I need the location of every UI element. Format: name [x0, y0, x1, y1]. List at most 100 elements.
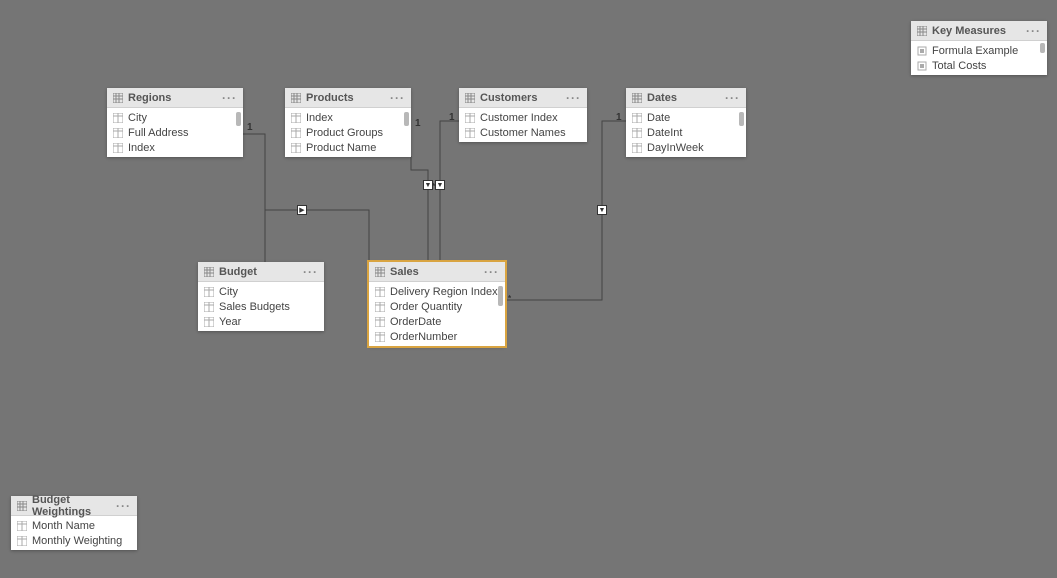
- field-row[interactable]: Customer Names: [459, 125, 587, 140]
- field-name: Monthly Weighting: [32, 535, 122, 547]
- table-regions[interactable]: Regions ··· City Full Address Index: [107, 88, 243, 157]
- field-row[interactable]: Index: [285, 110, 411, 125]
- table-sales[interactable]: Sales ··· Delivery Region Index Order Qu…: [369, 262, 505, 346]
- field-name: Customer Names: [480, 127, 566, 139]
- field-row[interactable]: DateInt: [626, 125, 746, 140]
- field-name: Product Groups: [306, 127, 383, 139]
- table-header-products[interactable]: Products ···: [285, 88, 411, 108]
- scrollbar[interactable]: [404, 112, 409, 126]
- field-row[interactable]: OrderDate: [369, 314, 505, 329]
- field-name: OrderDate: [390, 316, 441, 328]
- scrollbar[interactable]: [498, 286, 503, 306]
- table-dates[interactable]: Dates ··· Date DateInt DayInWeek: [626, 88, 746, 157]
- more-icon[interactable]: ···: [566, 91, 581, 105]
- column-icon: [375, 332, 385, 342]
- more-icon[interactable]: ···: [1026, 24, 1041, 38]
- table-icon: [17, 501, 27, 511]
- more-icon[interactable]: ···: [725, 91, 740, 105]
- column-icon: [375, 302, 385, 312]
- field-row[interactable]: City: [107, 110, 243, 125]
- field-row[interactable]: Month Name: [11, 518, 137, 533]
- column-icon: [375, 287, 385, 297]
- scrollbar[interactable]: [739, 112, 744, 126]
- table-title: Key Measures: [932, 25, 1026, 37]
- column-icon: [291, 143, 301, 153]
- table-header-customers[interactable]: Customers ···: [459, 88, 587, 108]
- table-budget[interactable]: Budget ··· City Sales Budgets Year: [198, 262, 324, 331]
- field-row[interactable]: Total Costs: [911, 58, 1047, 73]
- more-icon[interactable]: ···: [222, 91, 237, 105]
- field-name: Delivery Region Index: [390, 286, 498, 298]
- table-title: Budget: [219, 266, 303, 278]
- cardinality-one-dates: 1: [616, 112, 622, 123]
- cardinality-one-regions: 1: [247, 122, 253, 133]
- field-row[interactable]: Full Address: [107, 125, 243, 140]
- more-icon[interactable]: ···: [303, 265, 318, 279]
- column-icon: [204, 287, 214, 297]
- cardinality-many-indicator-2: *: [508, 294, 511, 303]
- field-row[interactable]: Customer Index: [459, 110, 587, 125]
- column-icon: [632, 113, 642, 123]
- table-title: Budget Weightings: [32, 494, 116, 518]
- field-row[interactable]: Delivery Region Index: [369, 284, 505, 299]
- table-icon: [632, 93, 642, 103]
- table-customers[interactable]: Customers ··· Customer Index Customer Na…: [459, 88, 587, 142]
- field-row[interactable]: Sales Budgets: [198, 299, 324, 314]
- table-products[interactable]: Products ··· Index Product Groups Produc…: [285, 88, 411, 157]
- table-header-budget-weightings[interactable]: Budget Weightings ···: [11, 496, 137, 516]
- column-icon: [291, 113, 301, 123]
- field-row[interactable]: City: [198, 284, 324, 299]
- column-icon: [632, 143, 642, 153]
- field-name: Sales Budgets: [219, 301, 290, 313]
- field-name: Formula Example: [932, 45, 1018, 57]
- column-icon: [632, 128, 642, 138]
- field-name: Customer Index: [480, 112, 558, 124]
- table-icon: [917, 26, 927, 36]
- more-icon[interactable]: ···: [116, 499, 131, 513]
- table-header-dates[interactable]: Dates ···: [626, 88, 746, 108]
- field-name: DateInt: [647, 127, 682, 139]
- field-name: Year: [219, 316, 241, 328]
- field-row[interactable]: Formula Example: [911, 43, 1047, 58]
- table-icon: [204, 267, 214, 277]
- filter-arrow-products-sales: ▼: [423, 180, 433, 190]
- column-icon: [291, 128, 301, 138]
- more-icon[interactable]: ···: [484, 265, 499, 279]
- table-title: Regions: [128, 92, 222, 104]
- table-header-regions[interactable]: Regions ···: [107, 88, 243, 108]
- column-icon: [113, 143, 123, 153]
- column-icon: [204, 317, 214, 327]
- column-icon: [17, 521, 27, 531]
- filter-arrow-dates-sales: ▼: [597, 205, 607, 215]
- relationship-lines: [0, 0, 1057, 578]
- table-key-measures[interactable]: Key Measures ··· Formula Example Total C…: [911, 21, 1047, 75]
- column-icon: [113, 128, 123, 138]
- scrollbar[interactable]: [1040, 43, 1045, 53]
- field-name: Index: [128, 142, 155, 154]
- field-row[interactable]: Monthly Weighting: [11, 533, 137, 548]
- table-header-budget[interactable]: Budget ···: [198, 262, 324, 282]
- field-name: DayInWeek: [647, 142, 704, 154]
- field-row[interactable]: Product Groups: [285, 125, 411, 140]
- table-title: Products: [306, 92, 390, 104]
- field-row[interactable]: Index: [107, 140, 243, 155]
- column-icon: [375, 317, 385, 327]
- field-name: Full Address: [128, 127, 189, 139]
- table-title: Dates: [647, 92, 725, 104]
- field-name: Total Costs: [932, 60, 986, 72]
- table-header-sales[interactable]: Sales ···: [369, 262, 505, 282]
- field-row[interactable]: OrderNumber: [369, 329, 505, 344]
- more-icon[interactable]: ···: [390, 91, 405, 105]
- table-budget-weightings[interactable]: Budget Weightings ··· Month Name Monthly…: [11, 496, 137, 550]
- field-row[interactable]: Product Name: [285, 140, 411, 155]
- cardinality-one-products: 1: [415, 118, 421, 129]
- table-icon: [375, 267, 385, 277]
- field-row[interactable]: DayInWeek: [626, 140, 746, 155]
- table-header-key-measures[interactable]: Key Measures ···: [911, 21, 1047, 41]
- measure-icon: [917, 61, 927, 71]
- field-row[interactable]: Order Quantity: [369, 299, 505, 314]
- field-row[interactable]: Date: [626, 110, 746, 125]
- field-name: Date: [647, 112, 670, 124]
- scrollbar[interactable]: [236, 112, 241, 126]
- field-row[interactable]: Year: [198, 314, 324, 329]
